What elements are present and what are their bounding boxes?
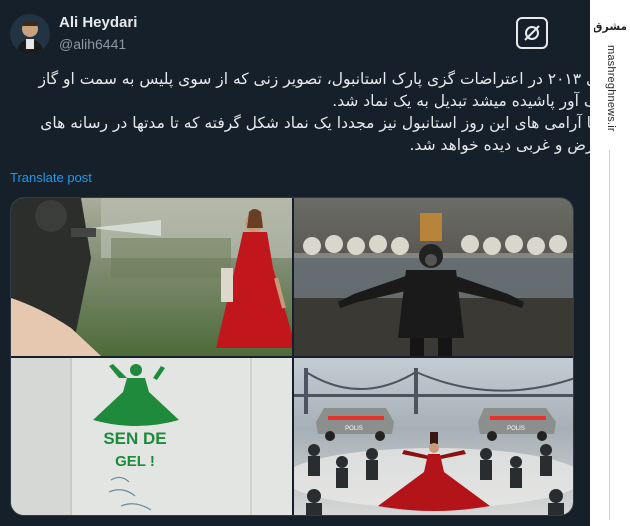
author-handle[interactable]: @alih6441 [59,36,126,52]
avatar[interactable] [10,14,50,54]
author-name[interactable]: Ali Heydari [59,14,137,31]
photo-graffiti-wall[interactable]: SEN DE GEL ! [11,358,292,515]
tweet-paragraph-1: سال ۲۰۱۳ در اعتراضات گزی پارک استانبول، … [38,70,615,110]
tweet-card: Ali Heydari @alih6441 سال ۲۰۱۳ در اعتراض… [0,0,615,526]
grok-icon[interactable] [516,17,548,49]
vehicle-label-right: POLIS [507,426,525,432]
graffiti-text-line2: GEL ! [115,453,155,470]
watermark-sidebar: مشرق mashreghnews.ir [590,0,630,526]
photo-gas-mask-protester[interactable] [294,198,573,356]
site-name: mashreghnews.ir [605,45,617,132]
mashregh-logo: مشرق [593,8,628,42]
vehicle-label-left: POLIS [345,426,363,432]
graffiti-text-line1: SEN DE [103,429,166,448]
tweet-paragraph-2: در نا آرامی های این روز استانبول نیز مجد… [40,114,615,154]
mashregh-logo-text: مشرق [594,20,626,33]
translate-post-link[interactable]: Translate post [10,170,92,185]
media-grid: SEN DE GEL ! POLIS POLIS [10,197,574,516]
sidebar-divider [609,150,610,520]
photo-woman-in-red-dress[interactable] [11,198,292,356]
photo-dervish-among-police[interactable]: POLIS POLIS [294,358,573,515]
tweet-text: سال ۲۰۱۳ در اعتراضات گزی پارک استانبول، … [10,68,615,156]
